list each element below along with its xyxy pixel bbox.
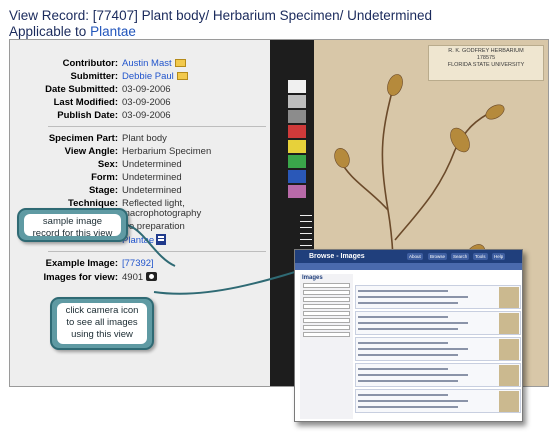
callout-text: to see all images (66, 317, 138, 328)
camera-icon[interactable] (146, 272, 158, 281)
nav-tools[interactable]: Tools (473, 253, 488, 260)
last-modified-row: Last Modified: 03-09-2006 (10, 96, 270, 109)
browse-images-screenshot: Browse - Images About Browse Search Tool… (294, 249, 523, 422)
browse-title: Browse - Images (309, 253, 365, 260)
nav-about[interactable]: About (407, 253, 423, 260)
divider (48, 251, 266, 252)
last-modified-label: Last Modified: (53, 97, 118, 108)
images-for-view-row: Images for view: 4901 (10, 271, 270, 284)
publish-date-row: Publish Date: 03-09-2006 (10, 109, 270, 122)
filter-input[interactable] (303, 290, 350, 295)
filter-input[interactable] (303, 311, 350, 316)
callout-text: using this view (71, 329, 133, 340)
browse-results (355, 276, 521, 420)
callout-text: record for this view (32, 228, 113, 239)
stage-label: Stage: (88, 185, 118, 196)
page-title: View Record: [77407] Plant body/ Herbari… (9, 8, 529, 40)
filter-input[interactable] (303, 283, 350, 288)
specimen-part-label: Specimen Part: (48, 133, 118, 144)
submitter-row: Submitter: Debbie Paul (10, 70, 270, 83)
contributor-link[interactable]: Austin Mast (122, 58, 172, 69)
stage-row: Stage: Undetermined (10, 184, 270, 197)
technique-value-2: macrophotography (122, 208, 202, 219)
publish-date-label: Publish Date: (57, 110, 118, 121)
publish-date-value: 03-09-2006 (122, 110, 171, 121)
taxon-tree-icon[interactable] (156, 234, 167, 245)
mail-icon[interactable] (176, 72, 188, 80)
example-image-row: Example Image: [77392] (10, 257, 270, 270)
example-image-link[interactable]: [77392] (122, 258, 154, 269)
sample-image-callout: sample image record for this view (17, 208, 128, 242)
filter-input[interactable] (303, 325, 350, 330)
filter-input[interactable] (303, 332, 350, 337)
image-record[interactable] (355, 311, 521, 335)
callout-text: sample image (42, 216, 103, 227)
images-for-view-label: Images for view: (43, 272, 118, 283)
filter-input[interactable] (303, 318, 350, 323)
nav-browse[interactable]: Browse (428, 253, 448, 260)
stage-value: Undetermined (122, 185, 182, 196)
last-modified-value: 03-09-2006 (122, 97, 171, 108)
applicable-prefix: Applicable to (9, 24, 91, 39)
submitter-label: Submitter: (70, 71, 119, 82)
form-label: Form: (91, 172, 118, 183)
form-row: Form: Undetermined (10, 171, 270, 184)
contributor-label: Contributor: (62, 58, 118, 69)
mail-icon[interactable] (174, 59, 186, 67)
browse-subheader (295, 263, 522, 270)
view-angle-row: View Angle: Herbarium Specimen (10, 145, 270, 158)
record-title: View Record: [77407] Plant body/ Herbari… (9, 8, 432, 23)
callout-text: click camera icon (65, 305, 139, 316)
sex-label: Sex: (97, 159, 118, 170)
divider (48, 126, 266, 127)
browse-header: Browse - Images About Browse Search Tool… (295, 250, 522, 263)
filter-input[interactable] (303, 297, 350, 302)
browse-filter-sidebar: Images (300, 274, 353, 419)
preparation-value: No preparation (122, 221, 185, 232)
browse-pagination (355, 276, 521, 284)
image-record[interactable] (355, 337, 521, 361)
contributor-row: Contributor: Austin Mast (10, 57, 270, 70)
image-record[interactable] (355, 389, 521, 413)
form-value: Undetermined (122, 172, 182, 183)
image-record[interactable] (355, 363, 521, 387)
date-submitted-row: Date Submitted: 03-09-2006 (10, 83, 270, 96)
camera-icon-callout: click camera icon to see all images usin… (50, 297, 154, 350)
plantae-link[interactable]: Plantae (90, 24, 136, 39)
nav-help[interactable]: Help (492, 253, 506, 260)
images-count: 4901 (122, 272, 144, 283)
example-image-label: Example Image: (45, 258, 118, 269)
browse-panel-title: Images (302, 275, 323, 281)
sex-value: Undetermined (122, 159, 182, 170)
view-angle-label: View Angle: (64, 146, 118, 157)
date-submitted-value: 03-09-2006 (122, 84, 171, 95)
filter-input[interactable] (303, 304, 350, 309)
specimen-part-value: Plant body (122, 133, 167, 144)
image-record[interactable] (355, 285, 521, 309)
view-angle-value: Herbarium Specimen (122, 146, 212, 157)
nav-search[interactable]: Search (451, 253, 470, 260)
sex-row: Sex: Undetermined (10, 158, 270, 171)
specimen-part-row: Specimen Part: Plant body (10, 132, 270, 145)
date-submitted-label: Date Submitted: (45, 84, 118, 95)
submitter-link[interactable]: Debbie Paul (122, 71, 174, 82)
